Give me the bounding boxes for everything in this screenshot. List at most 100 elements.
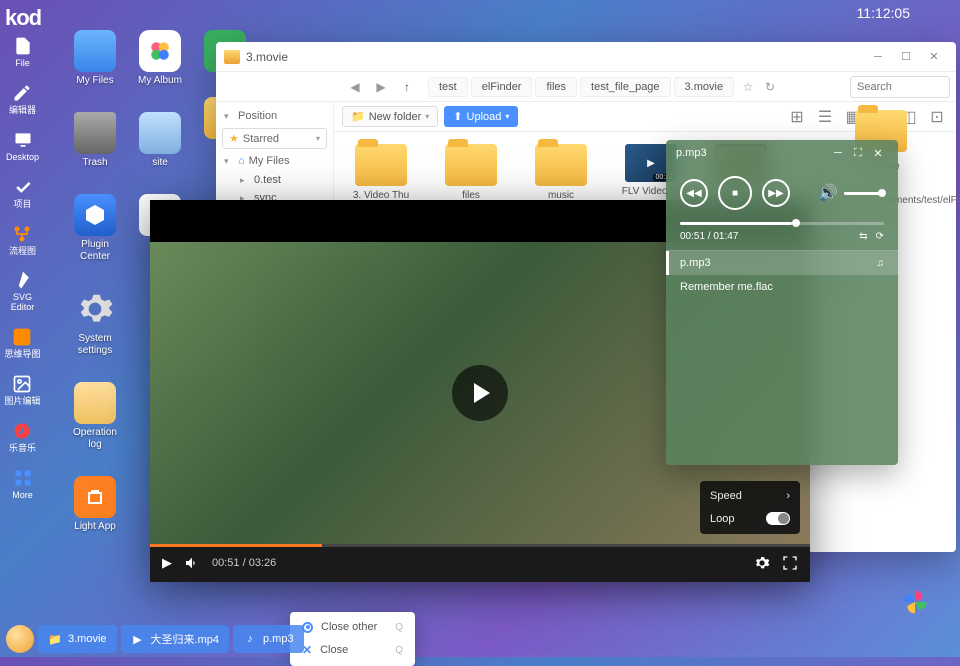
trash-icon	[74, 112, 116, 154]
volume-button[interactable]	[184, 555, 200, 571]
volume-slider[interactable]	[844, 192, 884, 195]
video-progress-bar[interactable]	[150, 544, 810, 547]
sidebar-starred[interactable]: ★Starred▾	[222, 128, 327, 149]
sidebar-position[interactable]: ▾Position	[216, 106, 333, 126]
explorer-title: 3.movie	[246, 50, 864, 64]
audio-player-window: p.mp3 ─ ⛶ ✕ ◀◀ ■ ▶▶ 🔊 00:51 / 01:47 ⇆ ⟳ …	[666, 140, 898, 465]
taskbar-item[interactable]: ♪p.mp3	[233, 625, 304, 653]
view-icons-button[interactable]: ⊞	[786, 107, 808, 127]
dock-mindmap[interactable]: 思维导图	[4, 326, 40, 360]
folder-icon: 📁	[48, 632, 62, 646]
user-avatar[interactable]	[6, 625, 34, 653]
prev-button[interactable]: ◀◀	[680, 179, 708, 207]
dock-music[interactable]: 乐音乐	[9, 420, 36, 454]
file-item-folder[interactable]: music	[526, 144, 596, 201]
file-item-folder[interactable]: 3. Video Thu	[346, 144, 416, 201]
search-input[interactable]	[850, 76, 950, 98]
close-button[interactable]: ✕	[920, 47, 948, 67]
lightapp-icon	[74, 476, 116, 518]
file-item-folder[interactable]: files	[436, 144, 506, 201]
dock-editor[interactable]: 编辑器	[9, 82, 36, 116]
upload-button[interactable]: ⬆Upload▾	[444, 106, 518, 127]
star-button[interactable]: ☆	[737, 76, 759, 98]
settings-button[interactable]	[754, 555, 770, 571]
nav-back-button[interactable]: ◀	[344, 76, 366, 98]
grid-icon	[12, 467, 34, 489]
breadcrumb-item[interactable]: files	[535, 77, 577, 97]
shuffle-button[interactable]: ⇆	[859, 231, 867, 242]
speed-option[interactable]: Speed›	[700, 485, 800, 507]
dock-more[interactable]: More	[12, 467, 34, 501]
music-icon	[11, 420, 33, 442]
volume-control: 🔊	[818, 183, 884, 203]
breadcrumb-item[interactable]: test_file_page	[580, 77, 671, 97]
dock-project[interactable]: 项目	[12, 176, 34, 210]
fullscreen-button[interactable]	[782, 555, 798, 571]
dock-file[interactable]: File	[12, 35, 34, 69]
explorer-toolbar: ◀ ▶ ↑ test elFinder files test_file_page…	[216, 72, 956, 102]
fullscreen-button[interactable]: ⛶	[848, 147, 868, 160]
equalizer-icon: ♫	[877, 258, 885, 269]
audio-titlebar[interactable]: p.mp3 ─ ⛶ ✕	[666, 140, 898, 166]
flow-icon	[11, 223, 33, 245]
dock-svg[interactable]: SVG Editor	[0, 269, 45, 313]
play-pause-button[interactable]: ▶	[162, 555, 172, 571]
dock-desktop[interactable]: Desktop	[6, 129, 39, 163]
breadcrumb-item[interactable]: 3.movie	[674, 77, 735, 97]
gear-icon	[74, 288, 116, 330]
breadcrumb-item[interactable]: test	[428, 77, 468, 97]
repeat-button[interactable]: ⟳	[876, 231, 884, 242]
toggle-switch[interactable]	[766, 512, 790, 525]
play-button[interactable]	[452, 365, 508, 421]
chevron-right-icon: ›	[786, 490, 790, 502]
taskbar-item[interactable]: ▶大圣归来.mp4	[121, 625, 229, 653]
breadcrumb: test elFinder files test_file_page 3.mov…	[428, 76, 840, 98]
taskbar: 📁3.movie ▶大圣归来.mp4 ♪p.mp3	[0, 621, 960, 657]
new-folder-button[interactable]: 📁New folder▾	[342, 106, 438, 127]
video-icon: ▶	[131, 632, 145, 646]
dock-image-edit[interactable]: 图片编辑	[4, 373, 40, 407]
pen-icon	[12, 269, 34, 291]
folder-plus-icon: 📁	[351, 110, 365, 123]
log-icon	[74, 382, 116, 424]
desktop-light-app[interactable]: Light App	[65, 476, 125, 533]
audio-progress-bar[interactable]	[680, 222, 884, 225]
pinwheel-icon[interactable]	[900, 587, 930, 617]
mind-icon	[11, 326, 33, 348]
desktop-site[interactable]: site	[130, 112, 190, 169]
minimize-button[interactable]: ─	[828, 147, 848, 159]
folder-icon	[535, 144, 587, 186]
desktop-plugin-center[interactable]: Plugin Center	[65, 194, 125, 263]
folder-icon	[224, 50, 240, 64]
explorer-titlebar[interactable]: 3.movie ─ ☐ ✕	[216, 42, 956, 72]
file-icon	[12, 35, 34, 57]
minimize-button[interactable]: ─	[864, 47, 892, 67]
sidebar-myfiles[interactable]: ▾⌂My Files	[216, 151, 333, 171]
sidebar-tree-item[interactable]: ▸0.test	[216, 171, 333, 189]
playlist-item[interactable]: p.mp3♫	[666, 251, 898, 275]
loop-option[interactable]: Loop	[700, 507, 800, 530]
folder-icon	[74, 30, 116, 72]
refresh-button[interactable]: ↻	[759, 76, 781, 98]
maximize-button[interactable]: ☐	[892, 47, 920, 67]
nav-up-button[interactable]: ↑	[396, 76, 418, 98]
audio-icon: ♪	[243, 632, 257, 646]
taskbar-item[interactable]: 📁3.movie	[38, 625, 117, 653]
dock-flow[interactable]: 流程图	[9, 223, 36, 257]
nav-forward-button[interactable]: ▶	[370, 76, 392, 98]
next-button[interactable]: ▶▶	[762, 179, 790, 207]
desktop-my-album[interactable]: My Album	[130, 30, 190, 87]
desktop-my-files[interactable]: My Files	[65, 30, 125, 87]
stop-button[interactable]: ■	[718, 176, 752, 210]
desktop-trash[interactable]: Trash	[65, 112, 125, 169]
playlist-item[interactable]: Remember me.flac	[666, 275, 898, 299]
volume-icon[interactable]: 🔊	[818, 183, 838, 203]
video-time: 00:51 / 03:26	[212, 557, 276, 569]
video-controls: ▶ 00:51 / 03:26	[150, 544, 810, 582]
album-icon	[139, 30, 181, 72]
desktop-system-settings[interactable]: System settings	[65, 288, 125, 357]
audio-title: p.mp3	[676, 147, 828, 159]
desktop-operation-log[interactable]: Operation log	[65, 382, 125, 451]
breadcrumb-item[interactable]: elFinder	[471, 77, 533, 97]
close-button[interactable]: ✕	[868, 147, 888, 160]
